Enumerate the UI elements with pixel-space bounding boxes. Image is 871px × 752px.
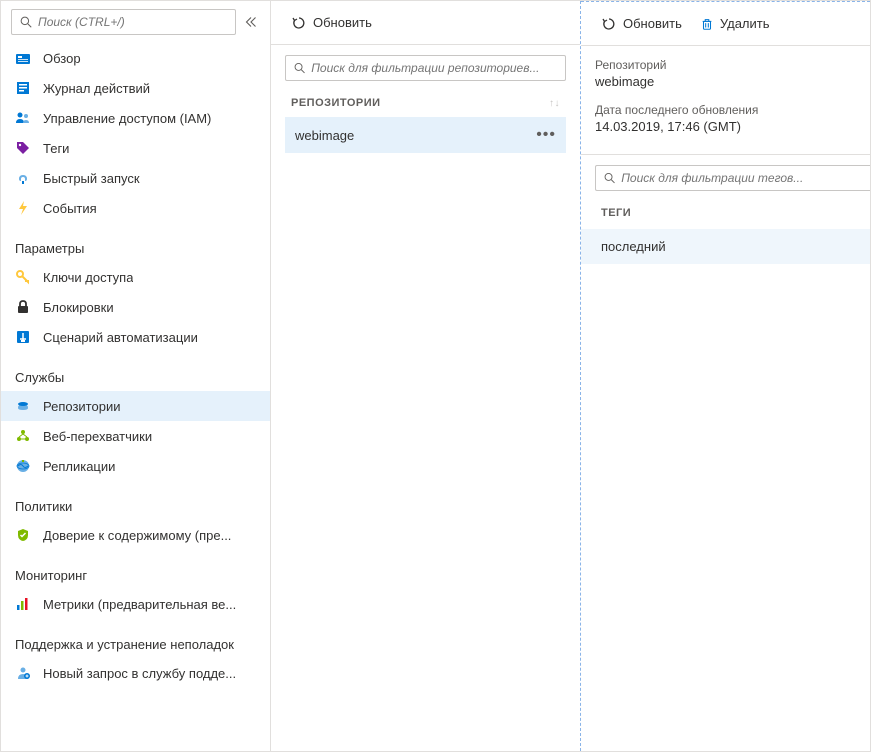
refresh-icon — [601, 16, 617, 32]
nav-label: Журнал действий — [43, 81, 150, 96]
keys-icon — [15, 269, 31, 285]
refresh-icon — [291, 15, 307, 31]
metrics-icon — [15, 596, 31, 612]
iam-icon — [15, 110, 31, 126]
repo-row[interactable]: webimage ••• — [285, 117, 566, 153]
section-header-settings: Параметры — [1, 223, 270, 262]
automation-icon — [15, 329, 31, 345]
updated-label: Дата последнего обновления — [595, 103, 856, 117]
nav-label: Метрики (предварительная ве... — [43, 597, 236, 612]
nav-label: Быстрый запуск — [43, 171, 140, 186]
section-header-services: Службы — [1, 352, 270, 391]
nav-automation[interactable]: Сценарий автоматизации — [1, 322, 270, 352]
support-icon — [15, 665, 31, 681]
repo-label: Репозиторий — [595, 58, 856, 72]
tag-filter[interactable] — [595, 165, 870, 191]
repository-detail-panel: Обновить Удалить Репозиторий webimage Да… — [581, 1, 870, 751]
nav-quickstart[interactable]: Быстрый запуск — [1, 163, 270, 193]
nav-access-keys[interactable]: Ключи доступа — [1, 262, 270, 292]
sort-icon: ↑↓ — [549, 98, 560, 109]
tag-filter-input[interactable] — [621, 171, 862, 185]
nav-support-request[interactable]: Новый запрос в службу подде... — [1, 658, 270, 688]
right-toolbar: Обновить Удалить — [581, 2, 870, 46]
refresh-button[interactable]: Обновить — [595, 12, 688, 36]
column-title: РЕПОЗИТОРИИ — [291, 97, 381, 109]
section-header-policies: Политики — [1, 481, 270, 520]
nav-iam[interactable]: Управление доступом (IAM) — [1, 103, 270, 133]
repo-filter-input[interactable] — [311, 61, 557, 75]
quickstart-icon — [15, 170, 31, 186]
locks-icon — [15, 299, 31, 315]
nav-label: Сценарий автоматизации — [43, 330, 198, 345]
nav-label: События — [43, 201, 97, 216]
tags-icon — [15, 140, 31, 156]
activity-log-icon — [15, 80, 31, 96]
sidebar-search[interactable] — [11, 9, 236, 35]
delete-label: Удалить — [720, 16, 770, 31]
nav-label: Ключи доступа — [43, 270, 133, 285]
sidebar: Обзор Журнал действий Управление доступо… — [1, 1, 271, 751]
middle-toolbar: Обновить — [271, 1, 580, 45]
nav-repositories[interactable]: Репозитории — [1, 391, 270, 421]
nav-label: Веб-перехватчики — [43, 429, 152, 444]
nav-label: Блокировки — [43, 300, 114, 315]
repo-filter[interactable] — [285, 55, 566, 81]
nav-label: Доверие к содержимому (пре... — [43, 528, 231, 543]
nav-tags[interactable]: Теги — [1, 133, 270, 163]
chevron-double-left-icon — [245, 16, 257, 28]
nav-webhooks[interactable]: Веб-перехватчики — [1, 421, 270, 451]
collapse-sidebar-button[interactable] — [242, 13, 260, 31]
refresh-label: Обновить — [313, 15, 372, 30]
nav-label: Новый запрос в службу подде... — [43, 666, 236, 681]
nav-label: Управление доступом (IAM) — [43, 111, 211, 126]
nav-locks[interactable]: Блокировки — [1, 292, 270, 322]
nav-metrics[interactable]: Метрики (предварительная ве... — [1, 589, 270, 619]
refresh-label: Обновить — [623, 16, 682, 31]
refresh-button[interactable]: Обновить — [285, 11, 378, 35]
nav-events[interactable]: События — [1, 193, 270, 223]
nav-label: Репозитории — [43, 399, 120, 414]
delete-button[interactable]: Удалить — [694, 12, 776, 35]
webhooks-icon — [15, 428, 31, 444]
overview-icon — [15, 50, 31, 66]
search-icon — [294, 62, 305, 74]
nav-overview[interactable]: Обзор — [1, 43, 270, 73]
replications-icon — [15, 458, 31, 474]
tag-name: последний — [601, 239, 666, 254]
repositories-panel: Обновить РЕПОЗИТОРИИ ↑↓ webimage ••• — [271, 1, 581, 751]
repo-name: webimage — [295, 128, 354, 143]
nav-label: Обзор — [43, 51, 81, 66]
sidebar-search-input[interactable] — [38, 15, 227, 29]
nav-activity-log[interactable]: Журнал действий — [1, 73, 270, 103]
nav-replications[interactable]: Репликации — [1, 451, 270, 481]
section-header-support: Поддержка и устранение неполадок — [1, 619, 270, 658]
tag-row[interactable]: последний — [581, 229, 870, 264]
repo-column-header[interactable]: РЕПОЗИТОРИИ ↑↓ — [285, 89, 566, 117]
shield-icon — [15, 527, 31, 543]
nav-content-trust[interactable]: Доверие к содержимому (пре... — [1, 520, 270, 550]
nav-label: Репликации — [43, 459, 115, 474]
more-button[interactable]: ••• — [536, 127, 556, 143]
updated-value: 14.03.2019, 17:46 (GMT) — [595, 119, 856, 134]
repo-value: webimage — [595, 74, 856, 89]
tags-column-header[interactable]: ТЕГИ — [595, 201, 870, 229]
search-icon — [604, 172, 615, 184]
delete-icon — [700, 17, 714, 31]
nav-label: Теги — [43, 141, 69, 156]
section-header-monitoring: Мониторинг — [1, 550, 270, 589]
search-icon — [20, 16, 32, 28]
repositories-icon — [15, 398, 31, 414]
events-icon — [15, 200, 31, 216]
